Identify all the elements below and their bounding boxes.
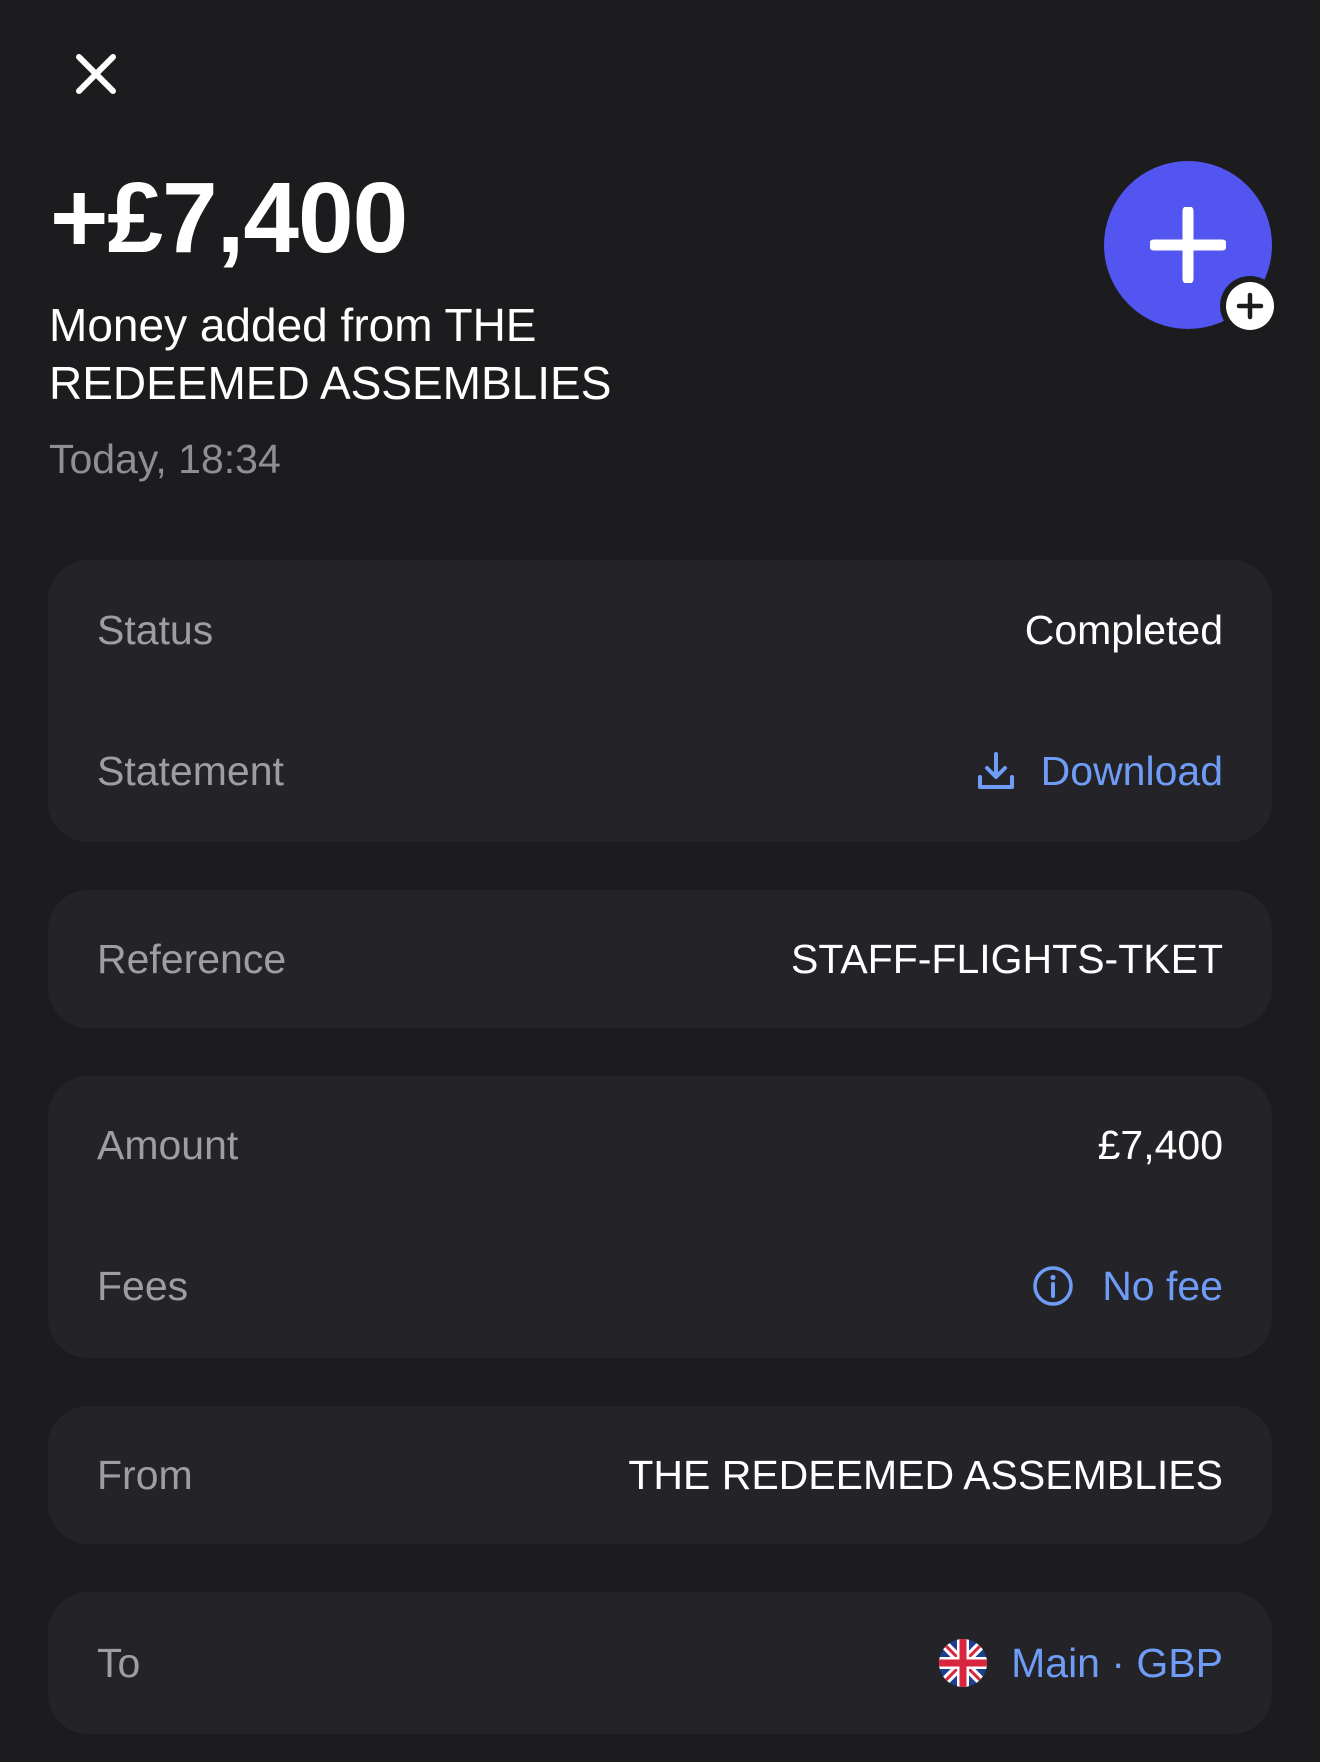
plus-icon [1150,207,1226,283]
reference-value: STAFF-FLIGHTS-TKET [790,935,1223,982]
status-label: Status [97,606,214,653]
transaction-description: Money added from THE REDEEMED ASSEMBLIES [49,299,612,409]
info-icon [1032,1265,1074,1307]
fees-row: Fees No fee [97,1256,1223,1316]
fees-label: Fees [97,1262,189,1309]
status-row: Status Completed [97,600,1223,660]
amount-value: £7,400 [1097,1121,1223,1168]
from-row: From THE REDEEMED ASSEMBLIES [97,1445,1223,1505]
amount-row: Amount £7,400 [97,1115,1223,1175]
download-label: Download [1040,747,1223,794]
to-account-value: Main · GBP [1011,1639,1223,1686]
download-statement-button[interactable]: Download [977,748,1223,795]
statement-row: Statement Download [97,741,1223,801]
transaction-amount: +£7,400 [50,162,408,274]
to-account-link[interactable]: Main · GBP [939,1639,1223,1687]
amount-card: Amount £7,400 Fees No fee [48,1076,1272,1358]
reference-label: Reference [97,935,287,982]
reference-row: Reference STAFF-FLIGHTS-TKET [97,929,1223,989]
fees-info-button[interactable]: No fee [1032,1263,1223,1310]
statement-label: Statement [97,747,284,794]
amount-label: Amount [97,1121,239,1168]
uk-flag-icon [939,1639,988,1687]
close-button[interactable] [66,44,126,104]
plus-circle-icon [1236,292,1264,320]
to-row: To Main · GBP [97,1633,1223,1693]
fees-value: No fee [1102,1262,1223,1309]
transaction-timestamp: Today, 18:34 [49,436,281,482]
close-icon [76,54,116,94]
reference-card: Reference STAFF-FLIGHTS-TKET [48,890,1272,1028]
from-card: From THE REDEEMED ASSEMBLIES [48,1406,1272,1544]
status-card: Status Completed Statement Download [48,560,1272,842]
download-icon [977,751,1015,791]
to-card: To Main · GBP [48,1592,1272,1734]
from-value: THE REDEEMED ASSEMBLIES [628,1451,1223,1498]
status-value: Completed [1024,606,1223,653]
from-label: From [97,1451,193,1498]
avatar-badge [1220,276,1280,336]
to-label: To [97,1639,141,1686]
